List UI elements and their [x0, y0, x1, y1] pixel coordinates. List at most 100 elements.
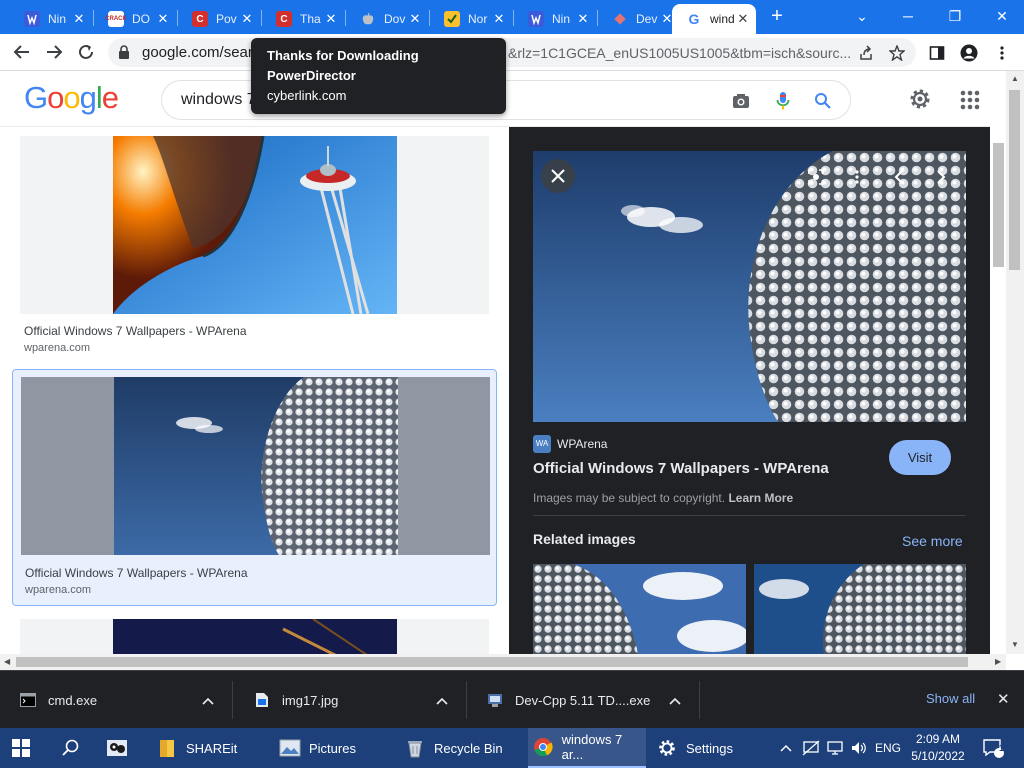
share-icon[interactable] — [856, 43, 876, 63]
close-icon[interactable]: ✕ — [736, 11, 750, 27]
result-source[interactable]: wparena.com — [24, 342, 90, 354]
close-icon[interactable]: ✕ — [324, 11, 338, 27]
previous-image-icon[interactable] — [887, 165, 911, 189]
url-query-text[interactable]: &rlz=1C1GCEA_enUS1005US1005&tbm=isch&sou… — [508, 45, 851, 61]
tab-1[interactable]: Nin ✕ — [10, 4, 92, 34]
lock-icon[interactable] — [118, 45, 130, 64]
tray-overflow-icon[interactable] — [776, 728, 796, 768]
lens-search-icon[interactable] — [804, 165, 828, 189]
result-source[interactable]: wparena.com — [25, 584, 91, 596]
taskbar-app[interactable] — [106, 728, 136, 768]
tab-2[interactable]: CRACK DO ✕ — [94, 4, 176, 34]
settings-gear-icon[interactable] — [907, 86, 933, 112]
search-input[interactable]: windows 7 — [181, 91, 256, 109]
taskbar-app-pictures[interactable]: Pictures — [279, 728, 389, 768]
notification-center-icon[interactable]: 1 — [978, 728, 1008, 768]
tab-3[interactable]: C Pov ✕ — [178, 4, 260, 34]
reload-button[interactable] — [72, 38, 100, 66]
download-item[interactable]: cmd.exe — [0, 681, 233, 719]
show-all-downloads-button[interactable]: Show all — [926, 691, 975, 706]
display-icon[interactable] — [824, 728, 846, 768]
close-icon[interactable]: ✕ — [240, 11, 254, 27]
window-close-button[interactable]: ✕ — [982, 2, 1022, 30]
maximize-button[interactable]: ❐ — [935, 2, 975, 30]
taskbar-app-settings[interactable]: Settings — [656, 728, 756, 768]
close-preview-button[interactable] — [541, 159, 575, 193]
horizontal-scrollbar-thumb[interactable] — [16, 657, 968, 667]
preview-image[interactable] — [533, 151, 966, 422]
close-icon[interactable]: ✕ — [576, 11, 590, 27]
search-icon[interactable] — [811, 89, 835, 113]
address-bar[interactable]: google.com/searc &rlz=1C1GCEA_enUS1005US… — [108, 38, 916, 67]
tab-8[interactable]: Dev ✕ — [598, 4, 680, 34]
google-apps-icon[interactable] — [959, 89, 981, 111]
result-thumbnail[interactable] — [21, 377, 490, 555]
tab-7[interactable]: Nin ✕ — [514, 4, 596, 34]
taskbar-app-recycle-bin[interactable]: Recycle Bin — [404, 728, 514, 768]
google-logo[interactable]: Google — [24, 80, 119, 116]
scroll-left-arrow[interactable]: ◀ — [4, 657, 10, 666]
network-icon[interactable] — [800, 728, 822, 768]
visit-button[interactable]: Visit — [889, 440, 951, 475]
download-item[interactable]: Dev-Cpp 5.11 TD....exe — [467, 681, 700, 719]
close-icon[interactable]: ✕ — [492, 11, 506, 27]
pictures-icon — [279, 737, 301, 759]
taskbar-app-chrome[interactable]: windows 7 ar... — [528, 728, 646, 768]
chevron-up-icon[interactable] — [436, 693, 450, 708]
close-downloads-bar-button[interactable]: ✕ — [997, 690, 1010, 708]
result-thumbnail[interactable] — [20, 136, 489, 314]
minimize-button[interactable]: ─ — [888, 2, 928, 30]
learn-more-link[interactable]: Learn More — [728, 491, 793, 505]
tab-title: Tha — [300, 12, 321, 26]
image-result-card[interactable]: Official Windows 7 Wallpapers - WPArena … — [12, 127, 497, 363]
more-menu-icon[interactable] — [991, 42, 1013, 64]
chevron-up-icon[interactable] — [202, 693, 216, 708]
result-thumbnail[interactable] — [20, 619, 489, 654]
chevron-up-icon[interactable] — [669, 693, 683, 708]
tab-6[interactable]: Nor ✕ — [430, 4, 512, 34]
source-name[interactable]: WPArena — [557, 437, 607, 451]
windows-taskbar: SHAREit Pictures Recycle Bin windows 7 a… — [0, 728, 1024, 768]
taskbar-app-shareit[interactable]: SHAREit — [156, 728, 266, 768]
related-image[interactable] — [533, 564, 746, 654]
taskbar-clock[interactable]: 2:09 AM 5/10/2022 — [906, 731, 970, 765]
microphone-icon[interactable] — [771, 89, 795, 113]
preview-source[interactable]: WA WPArena — [533, 435, 607, 453]
tab-search-icon[interactable]: ⌄ — [842, 2, 882, 30]
start-button[interactable] — [12, 728, 38, 768]
preview-title[interactable]: Official Windows 7 Wallpapers - WPArena — [533, 460, 829, 477]
star-icon[interactable] — [887, 43, 907, 63]
reload-icon — [79, 44, 93, 59]
tab-active[interactable]: G wind ✕ — [672, 4, 756, 34]
tab-5[interactable]: Dov ✕ — [346, 4, 428, 34]
url-text[interactable]: google.com/searc — [142, 44, 260, 61]
scroll-up-arrow[interactable]: ▲ — [1011, 74, 1019, 83]
image-result-card-selected[interactable]: Official Windows 7 Wallpapers - WPArena … — [12, 369, 497, 606]
close-icon[interactable]: ✕ — [72, 11, 86, 27]
language-indicator[interactable]: ENG — [872, 728, 904, 768]
camera-icon[interactable] — [729, 89, 753, 113]
scroll-right-arrow[interactable]: ▶ — [995, 657, 1001, 666]
volume-icon[interactable] — [848, 728, 870, 768]
panel-scrollbar-thumb[interactable] — [993, 143, 1004, 267]
profile-icon[interactable] — [958, 42, 980, 64]
taskbar-search-button[interactable] — [62, 728, 84, 768]
related-image[interactable] — [754, 564, 966, 654]
page-scrollbar-thumb[interactable] — [1009, 90, 1020, 270]
tab-4[interactable]: C Tha ✕ — [262, 4, 344, 34]
scroll-down-arrow[interactable]: ▼ — [1011, 640, 1019, 649]
tab-title: DO — [132, 12, 150, 26]
download-item[interactable]: img17.jpg — [234, 681, 467, 719]
next-image-icon[interactable] — [929, 165, 953, 189]
side-panel-icon[interactable] — [926, 42, 948, 64]
forward-button[interactable] — [40, 38, 68, 66]
result-title[interactable]: Official Windows 7 Wallpapers - WPArena — [25, 566, 248, 580]
new-tab-button[interactable]: + — [766, 5, 788, 27]
result-title[interactable]: Official Windows 7 Wallpapers - WPArena — [24, 324, 247, 338]
image-result-card[interactable] — [12, 611, 497, 654]
close-icon[interactable]: ✕ — [156, 11, 170, 27]
close-icon[interactable]: ✕ — [408, 11, 422, 27]
back-button[interactable] — [8, 38, 36, 66]
more-options-icon[interactable] — [845, 165, 869, 189]
see-more-link[interactable]: See more — [902, 533, 963, 549]
